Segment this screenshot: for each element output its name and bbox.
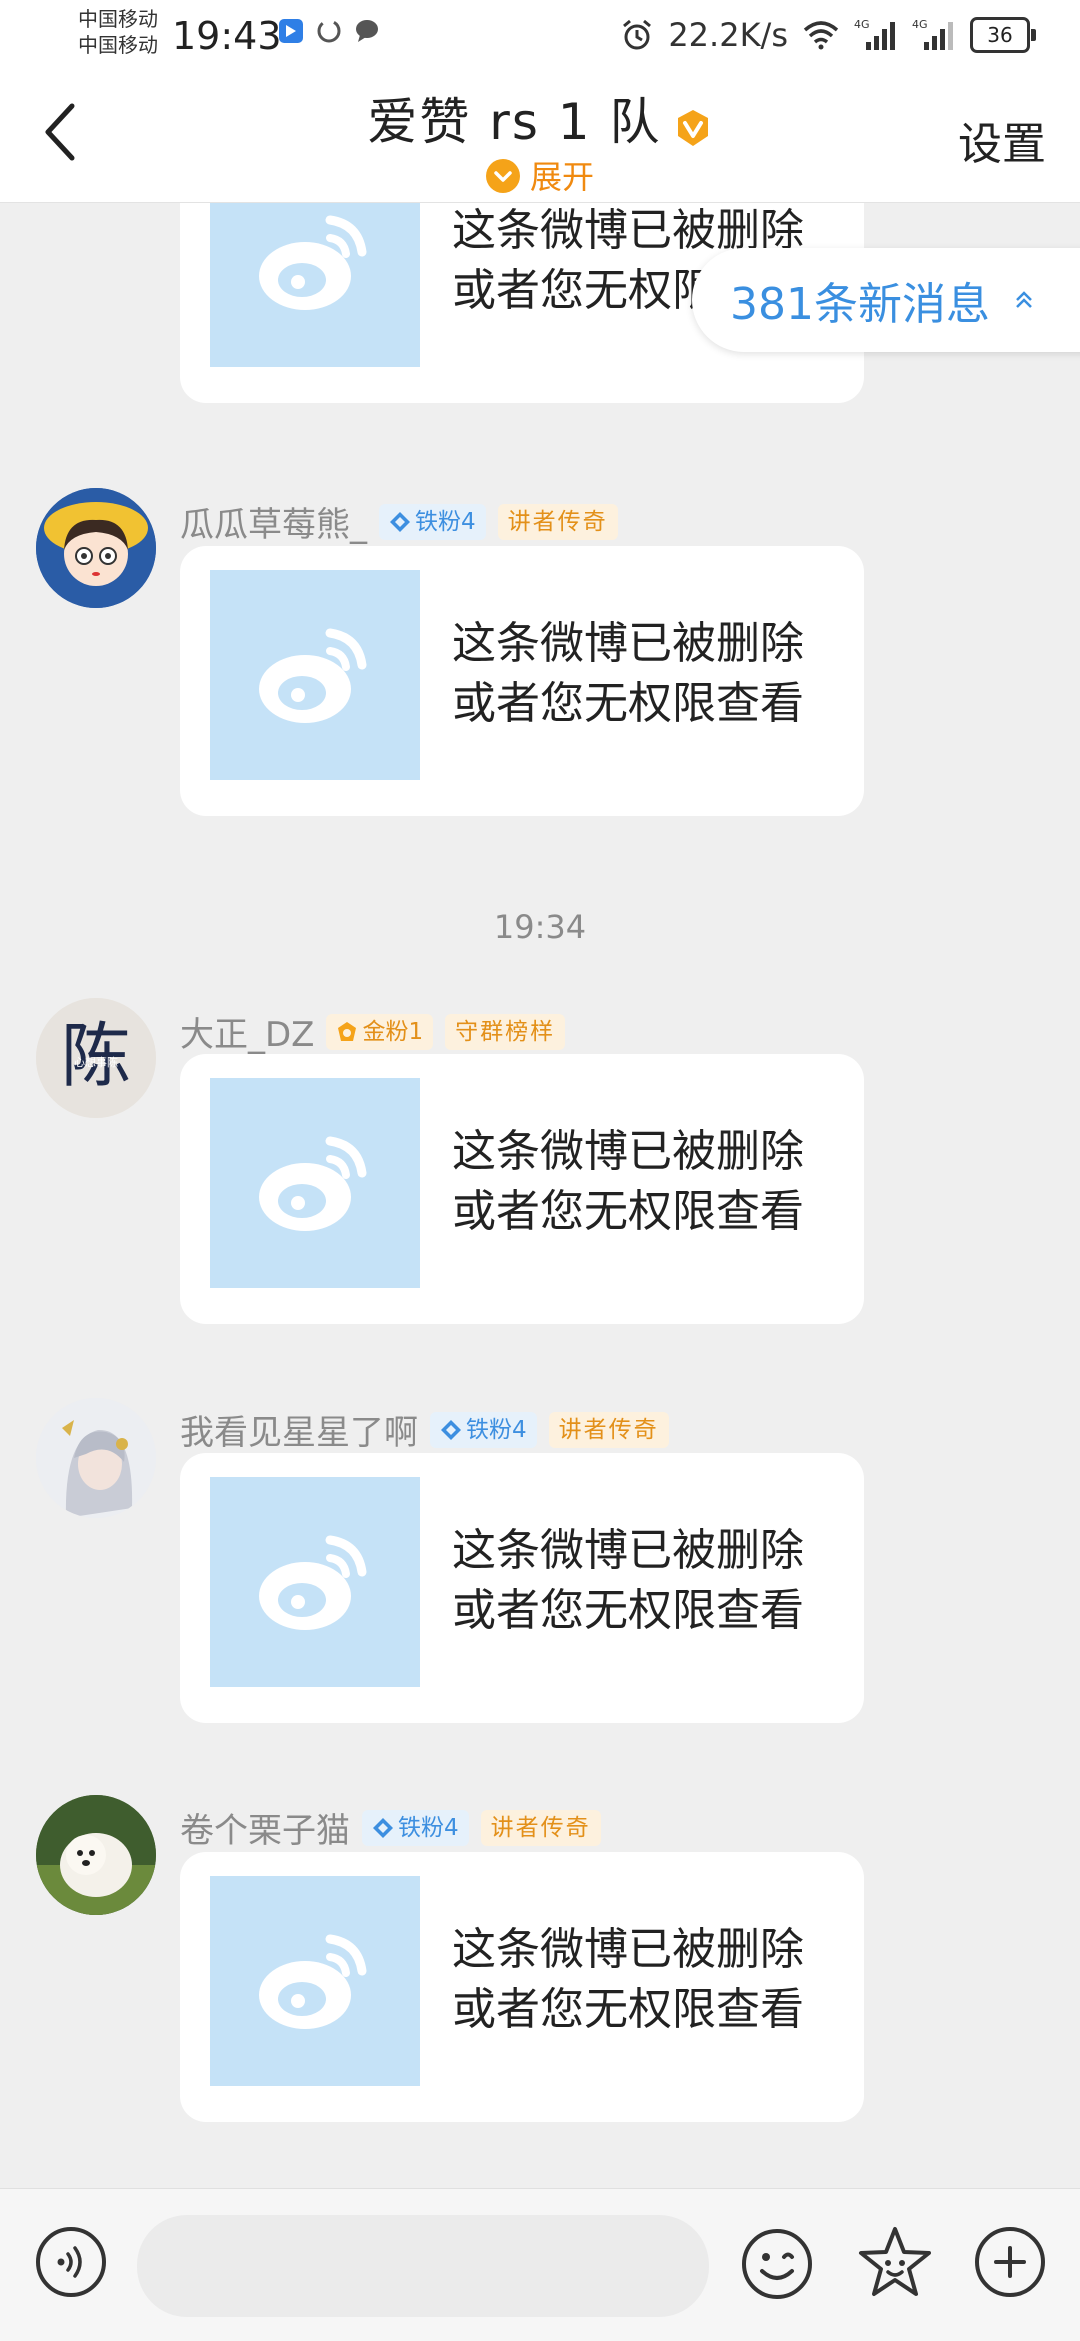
more-button[interactable]	[975, 2227, 1045, 2297]
deleted-line-1: 这条微博已被删除	[452, 1126, 804, 1177]
message-bubble[interactable]: 这条微博已被删除 或者您无权限查看	[180, 1054, 864, 1324]
verified-v-icon	[677, 109, 708, 146]
weibo-thumbnail[interactable]	[210, 1876, 420, 2086]
weibo-thumbnail[interactable]	[210, 1477, 420, 1687]
chevron-down-icon	[485, 159, 520, 193]
deleted-notice: 这条微博已被删除 或者您无权限查看	[452, 1920, 852, 2040]
star-face-icon	[859, 2227, 931, 2296]
signal-icon-2: 4G	[912, 18, 953, 50]
sender-name[interactable]: 卷个栗子猫	[180, 1803, 350, 1852]
signal-icon-1: 4G	[854, 18, 895, 50]
sender-info: 大正_DZ 金粉1 守群榜样	[180, 1007, 566, 1056]
title-badge: 讲者传奇	[548, 1411, 669, 1448]
alarm-icon	[623, 19, 652, 50]
fan-badge: 铁粉4	[379, 503, 486, 540]
fan-badge: 铁粉4	[362, 1809, 469, 1846]
fan-badge-label: 铁粉4	[398, 1814, 459, 1841]
svg-text:心想事陈: 心想事陈	[74, 1055, 118, 1069]
avatar[interactable]: 陈心想事陈	[36, 998, 156, 1118]
fan-badge-label: 铁粉4	[415, 508, 476, 535]
weibo-thumbnail[interactable]	[210, 203, 420, 367]
sticker-button[interactable]	[856, 2225, 934, 2303]
wifi-icon	[803, 21, 839, 50]
title-badge: 讲者传奇	[497, 503, 618, 540]
weibo-logo-icon	[259, 215, 367, 310]
weibo-logo-icon	[259, 628, 367, 723]
settings-button[interactable]: 设置	[958, 108, 1046, 172]
expand-label: 展开	[529, 158, 594, 196]
deleted-line-2: 或者您无权限查看	[452, 1186, 804, 1237]
input-bar	[0, 2188, 1080, 2341]
deleted-notice: 这条微博已被删除 或者您无权限查看	[452, 1122, 852, 1242]
title-area: 爱赞 rs 1 队	[0, 82, 1080, 154]
weibo-thumbnail[interactable]	[210, 570, 420, 780]
status-notification-icons	[278, 18, 380, 44]
chat-area[interactable]: 这条微博已被删除 或者您无权限查看 瓜瓜草莓熊_ 铁粉4 讲者传奇 这条微博已被…	[0, 203, 1080, 2188]
voice-button[interactable]	[36, 2227, 106, 2297]
group-title: 爱赞 rs 1 队	[367, 93, 662, 151]
sender-info: 瓜瓜草莓熊_ 铁粉4 讲者传奇	[180, 497, 618, 546]
new-messages-label: 381条新消息	[730, 279, 990, 330]
weibo-logo-icon	[259, 1934, 367, 2029]
emoji-button[interactable]	[740, 2227, 814, 2301]
chat-bubble-icon	[356, 20, 378, 42]
message-bubble[interactable]: 这条微博已被删除 或者您无权限查看	[180, 546, 864, 816]
title-badge: 讲者传奇	[480, 1809, 601, 1846]
double-chevron-up-icon	[1016, 291, 1032, 308]
weibo-logo-icon	[259, 1136, 367, 1231]
status-right-group: 22.2K/s 4G 4G 36	[620, 16, 1036, 54]
deleted-line-1: 这条微博已被删除	[452, 1924, 804, 1975]
carrier-1: 中国移动	[78, 7, 158, 31]
diamond-icon	[390, 511, 410, 532]
carrier-labels: 中国移动 中国移动	[78, 6, 158, 58]
voice-wave-icon	[57, 2246, 82, 2278]
deleted-notice: 这条微博已被删除 或者您无权限查看	[452, 614, 852, 734]
sender-name[interactable]: 瓜瓜草莓熊_	[180, 497, 367, 546]
avatar[interactable]	[36, 488, 156, 608]
diamond-icon	[373, 1817, 393, 1838]
message-bubble[interactable]: 这条微博已被删除 或者您无权限查看	[180, 1453, 864, 1723]
network-speed: 22.2K/s	[668, 16, 788, 54]
status-bar: 中国移动 中国移动 19:43 22.2K/s 4G 4G 36	[0, 0, 1080, 72]
svg-text:4G: 4G	[854, 18, 870, 31]
deleted-notice: 这条微博已被删除 或者您无权限查看	[452, 1521, 852, 1641]
deleted-line-2: 或者您无权限查看	[452, 1984, 804, 2035]
deleted-line-1: 这条微博已被删除	[452, 1525, 804, 1576]
sender-name[interactable]: 我看见星星了啊	[180, 1405, 418, 1454]
carrier-2: 中国移动	[78, 33, 158, 57]
fan-badge: 铁粉4	[430, 1411, 537, 1448]
status-time: 19:43	[172, 14, 282, 58]
weibo-logo-icon	[259, 1535, 367, 1630]
chat-header: 爱赞 rs 1 队 展开 设置	[0, 72, 1080, 203]
app-notification-icon	[279, 19, 303, 43]
fan-badge: 金粉1	[326, 1013, 434, 1050]
plus-icon	[994, 2246, 1026, 2278]
avatar[interactable]	[36, 1795, 156, 1915]
fan-badge-label: 铁粉4	[466, 1416, 527, 1443]
message-timestamp: 19:34	[493, 908, 587, 946]
deleted-line-2: 或者您无权限查看	[452, 678, 804, 729]
weibo-thumbnail[interactable]	[210, 1078, 420, 1288]
battery-indicator: 36	[970, 17, 1036, 53]
sender-info: 卷个栗子猫 铁粉4 讲者传奇	[180, 1803, 601, 1852]
expand-toggle[interactable]: 展开	[0, 152, 1080, 198]
message-bubble[interactable]: 这条微博已被删除 或者您无权限查看	[180, 1852, 864, 2122]
deleted-line-2: 或者您无权限查看	[452, 1585, 804, 1636]
message-input[interactable]	[137, 2215, 709, 2317]
svg-text:4G: 4G	[912, 18, 928, 31]
deleted-line-1: 这条微博已被删除	[452, 618, 804, 669]
sender-info: 我看见星星了啊 铁粉4 讲者传奇	[180, 1405, 669, 1454]
avatar[interactable]	[36, 1398, 156, 1518]
new-messages-button[interactable]: 381条新消息	[692, 248, 1080, 352]
sender-name[interactable]: 大正_DZ	[180, 1007, 314, 1056]
smiley-icon	[742, 2229, 812, 2299]
fan-badge-label: 金粉1	[362, 1018, 424, 1045]
gold-fan-icon	[338, 1021, 357, 1041]
diamond-icon	[441, 1419, 461, 1440]
title-badge: 守群榜样	[445, 1013, 566, 1050]
sync-icon	[317, 19, 341, 43]
